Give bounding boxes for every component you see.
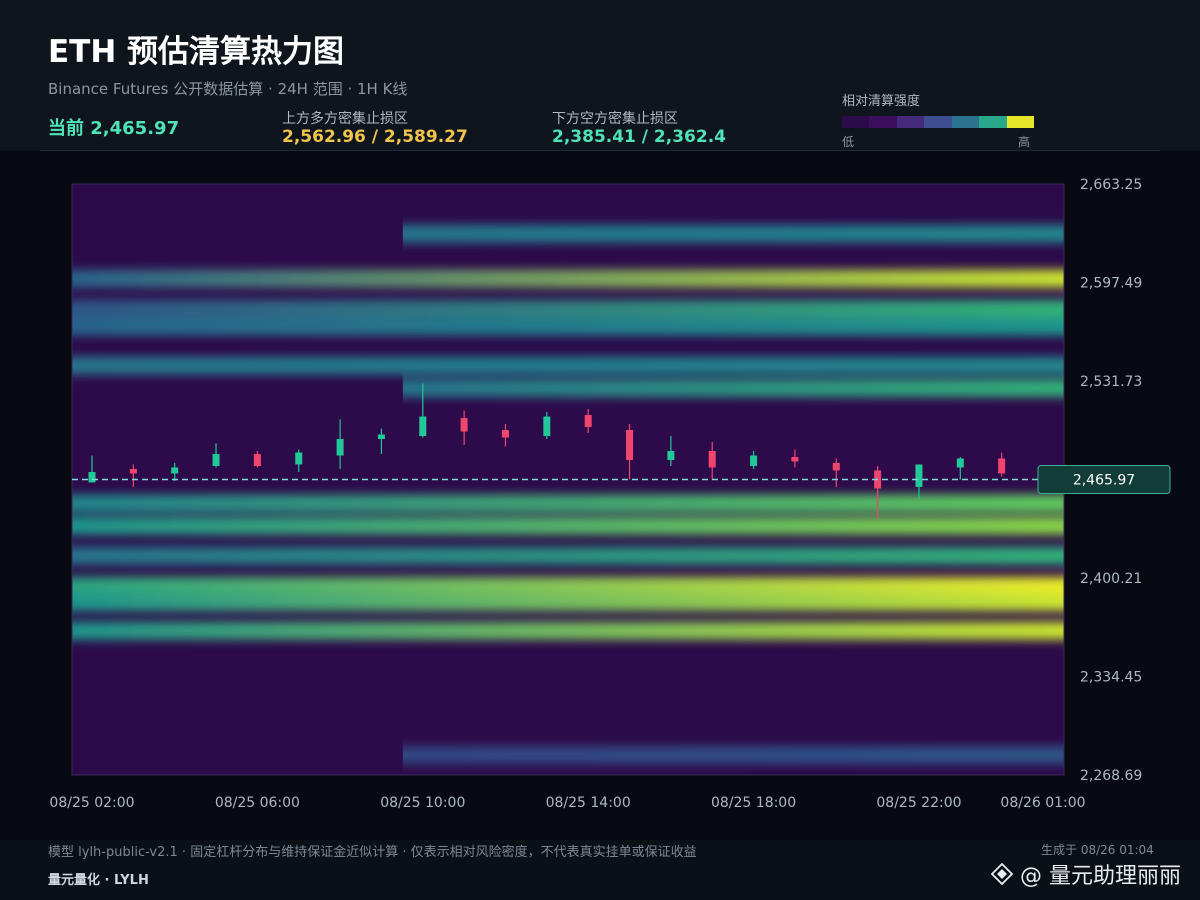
candle-body: [460, 418, 468, 432]
upper-zone-label: 上方多方密集止损区: [282, 111, 408, 127]
candle-body: [956, 458, 964, 468]
candle-body: [88, 471, 96, 483]
candle-body: [998, 458, 1006, 474]
lower-zone-label: 下方空方密集止损区: [552, 111, 678, 127]
x-tick-label: 08/25 02:00: [49, 795, 134, 811]
candle-body: [253, 453, 261, 466]
heatmap-band: [72, 516, 1064, 535]
upper-zone-value: 2,562.96 / 2,589.27: [282, 127, 468, 147]
y-tick-label: 2,400.21: [1080, 571, 1142, 587]
y-tick-label: 2,663.25: [1080, 177, 1142, 193]
page-title: ETH 预估清算热力图: [48, 34, 345, 70]
current-price-tag: 2,465.97: [1037, 465, 1171, 494]
candle-body: [791, 456, 799, 462]
x-tick-label: 08/25 10:00: [380, 795, 465, 811]
legend-title: 相对清算强度: [842, 94, 921, 109]
heatmap-band: [402, 746, 1064, 765]
candle-body: [543, 416, 551, 437]
candle-body: [336, 439, 344, 456]
candle-body: [212, 453, 220, 466]
candle-body: [832, 462, 840, 471]
candle-body: [501, 430, 509, 438]
heatmap-band: [402, 224, 1064, 243]
y-tick-label: 2,334.45: [1080, 670, 1142, 686]
heatmap-band: [72, 546, 1064, 565]
diamond-logo-icon: [990, 862, 1014, 886]
legend-low-label: 低: [842, 135, 855, 149]
legend-high-label: 高: [1018, 135, 1031, 149]
legend-swatch: [869, 116, 897, 128]
generated-time: 生成于 08/26 01:04: [1041, 843, 1154, 857]
footer-note: 模型 lylh-public-v2.1 · 固定杠杆分布与维持保证金近似计算 ·…: [48, 845, 697, 860]
x-tick-label: 08/25 14:00: [546, 795, 631, 811]
heatmap-band: [72, 299, 1064, 318]
current-price: 当前 2,465.97: [48, 118, 180, 139]
candle-body: [626, 430, 634, 460]
header-panel: ETH 预估清算热力图 Binance Futures 公开数据估算 · 24H…: [0, 0, 1200, 150]
legend-swatch: [842, 116, 870, 128]
intensity-legend-bar: [842, 116, 1034, 128]
lower-zone-value: 2,385.41 / 2,362.4: [552, 127, 726, 147]
chart-area: 2,663.25 2,597.49 2,531.73 2,400.21 2,334.45…: [0, 151, 1200, 840]
candle-body: [377, 434, 385, 440]
heatmap-band: [72, 269, 1064, 288]
legend-swatch: [979, 116, 1007, 128]
y-tick-label: 2,597.49: [1080, 276, 1142, 292]
heatmap-band: [72, 494, 1064, 513]
candle-body: [129, 468, 137, 474]
heatmap-band: [402, 379, 1064, 398]
heatmap-band: [72, 621, 1064, 640]
candle-body: [171, 467, 179, 474]
legend-swatch: [951, 116, 980, 128]
x-tick-label: 08/26 01:00: [1000, 795, 1085, 811]
heatmap-band: [72, 593, 1064, 612]
heatmap-band: [72, 356, 1064, 375]
candle-body: [708, 450, 716, 468]
candle-body: [915, 464, 923, 487]
x-tick-label: 08/25 06:00: [215, 795, 300, 811]
candle-body: [295, 452, 303, 465]
x-tick-label: 08/25 22:00: [876, 795, 961, 811]
heatmap-chart: 2,663.25 2,597.49 2,531.73 2,400.21 2,334.45…: [49, 177, 1171, 811]
y-tick-label: 2,531.73: [1080, 374, 1142, 390]
candle-body: [667, 450, 675, 460]
y-tick-label: 2,268.69: [1080, 768, 1142, 784]
footer-brand: 量元量化 · LYLH: [48, 873, 149, 888]
heatmap-band: [72, 576, 1064, 595]
legend-swatch: [924, 116, 952, 128]
candle-body: [584, 415, 592, 428]
candle-body: [419, 416, 427, 437]
x-tick-label: 08/25 18:00: [711, 795, 796, 811]
candle-body: [750, 455, 758, 466]
legend-swatch: [896, 116, 925, 128]
watermark: @ 量元助理丽丽: [990, 858, 1181, 890]
heatmap-band: [72, 317, 1064, 336]
page-subtitle: Binance Futures 公开数据估算 · 24H 范围 · 1H K线: [48, 80, 408, 98]
legend-swatch: [1006, 116, 1034, 128]
watermark-text: @ 量元助理丽丽: [1020, 864, 1181, 889]
price-tag-label: 2,465.97: [1073, 473, 1135, 489]
x-axis-ticks: 08/25 02:00 08/25 06:00 08/25 10:00 08/25 1…: [49, 795, 1085, 811]
